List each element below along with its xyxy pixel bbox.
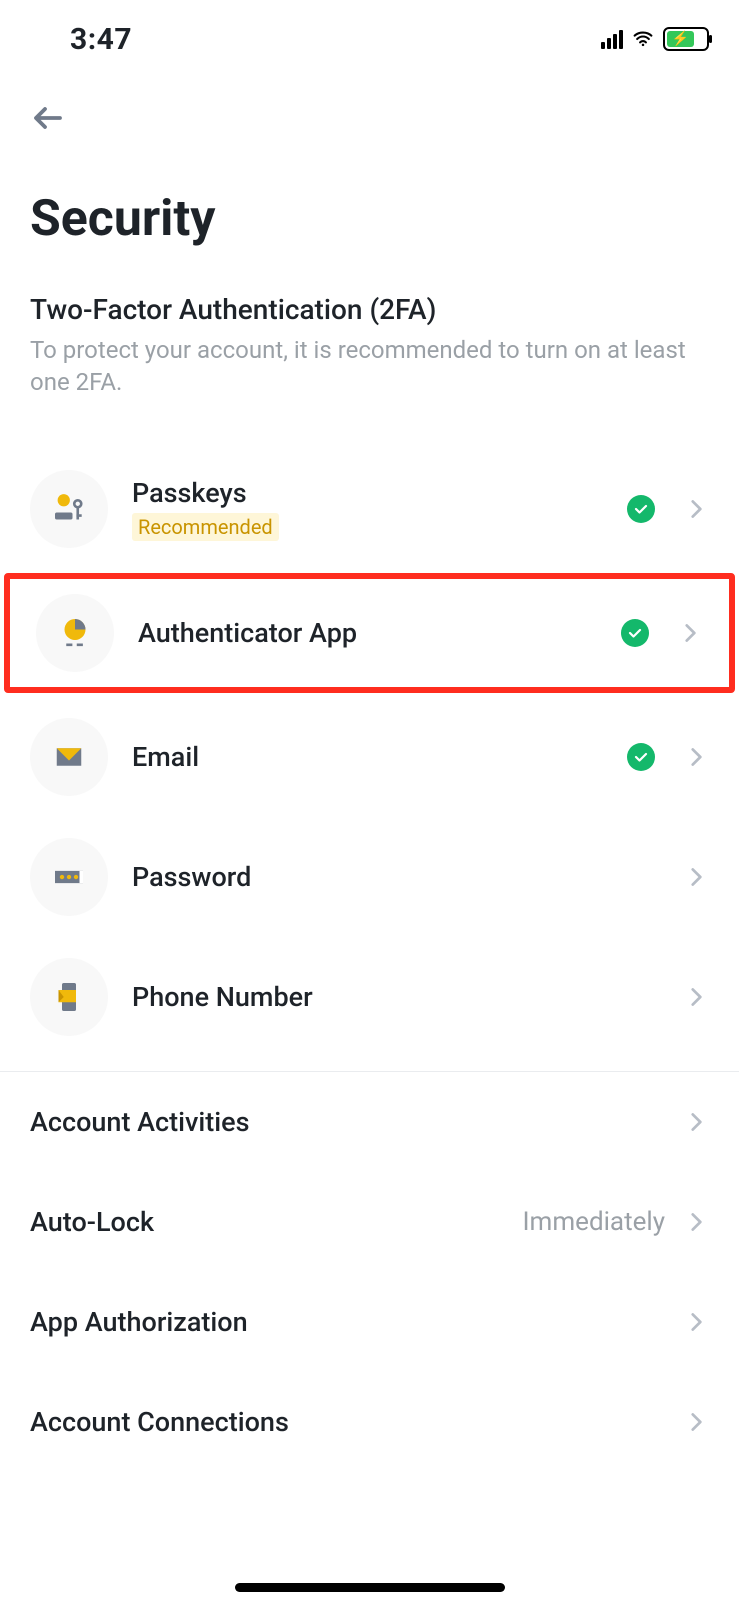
- password-label: Password: [132, 861, 659, 893]
- cellular-signal-icon: [601, 29, 623, 49]
- arrow-left-icon: [30, 100, 66, 136]
- activities-label: Account Activities: [30, 1106, 665, 1138]
- status-time: 3:47: [30, 22, 132, 57]
- authorization-label: App Authorization: [30, 1306, 665, 1338]
- status-bar: 3:47 ⚡: [0, 0, 739, 70]
- chevron-right-icon: [683, 1309, 709, 1335]
- enabled-check-icon: [627, 743, 655, 771]
- passkeys-label: Passkeys: [132, 477, 603, 509]
- home-indicator[interactable]: [235, 1583, 505, 1592]
- chevron-right-icon: [683, 864, 709, 890]
- row-app-authorization[interactable]: App Authorization: [0, 1272, 739, 1372]
- wifi-icon: [631, 29, 655, 49]
- chevron-right-icon: [683, 984, 709, 1010]
- twofa-item-phone[interactable]: Phone Number: [0, 937, 739, 1057]
- twofa-item-email[interactable]: Email: [0, 697, 739, 817]
- page-title: Security: [0, 150, 739, 268]
- battery-icon: ⚡: [663, 27, 709, 51]
- chevron-right-icon: [683, 744, 709, 770]
- email-label: Email: [132, 741, 603, 773]
- status-icons: ⚡: [601, 27, 709, 51]
- enabled-check-icon: [621, 619, 649, 647]
- row-account-connections[interactable]: Account Connections: [0, 1372, 739, 1472]
- twofa-description: To protect your account, it is recommend…: [0, 332, 739, 419]
- back-button[interactable]: [30, 100, 66, 136]
- row-account-activities[interactable]: Account Activities: [0, 1072, 739, 1172]
- chevron-right-icon: [683, 496, 709, 522]
- twofa-item-authenticator[interactable]: Authenticator App: [4, 573, 735, 693]
- password-icon: [30, 838, 108, 916]
- phone-label: Phone Number: [132, 981, 659, 1013]
- twofa-item-password[interactable]: Password: [0, 817, 739, 937]
- passkeys-icon: [30, 470, 108, 548]
- section-twofa-header: Two-Factor Authentication (2FA): [0, 268, 739, 332]
- autolock-value: Immediately: [522, 1207, 665, 1237]
- twofa-list: Passkeys Recommended Authenticator App: [0, 419, 739, 1057]
- twofa-title: Two-Factor Authentication (2FA): [30, 293, 709, 326]
- chevron-right-icon: [683, 1109, 709, 1135]
- charging-bolt-icon: ⚡: [672, 32, 689, 46]
- recommended-badge: Recommended: [132, 513, 279, 541]
- chevron-right-icon: [683, 1409, 709, 1435]
- connections-label: Account Connections: [30, 1406, 665, 1438]
- authenticator-label: Authenticator App: [138, 617, 597, 649]
- row-auto-lock[interactable]: Auto-Lock Immediately: [0, 1172, 739, 1272]
- autolock-label: Auto-Lock: [30, 1206, 504, 1238]
- authenticator-icon: [36, 594, 114, 672]
- enabled-check-icon: [627, 495, 655, 523]
- chevron-right-icon: [683, 1209, 709, 1235]
- chevron-right-icon: [677, 620, 703, 646]
- phone-icon: [30, 958, 108, 1036]
- twofa-item-passkeys[interactable]: Passkeys Recommended: [0, 449, 739, 569]
- email-icon: [30, 718, 108, 796]
